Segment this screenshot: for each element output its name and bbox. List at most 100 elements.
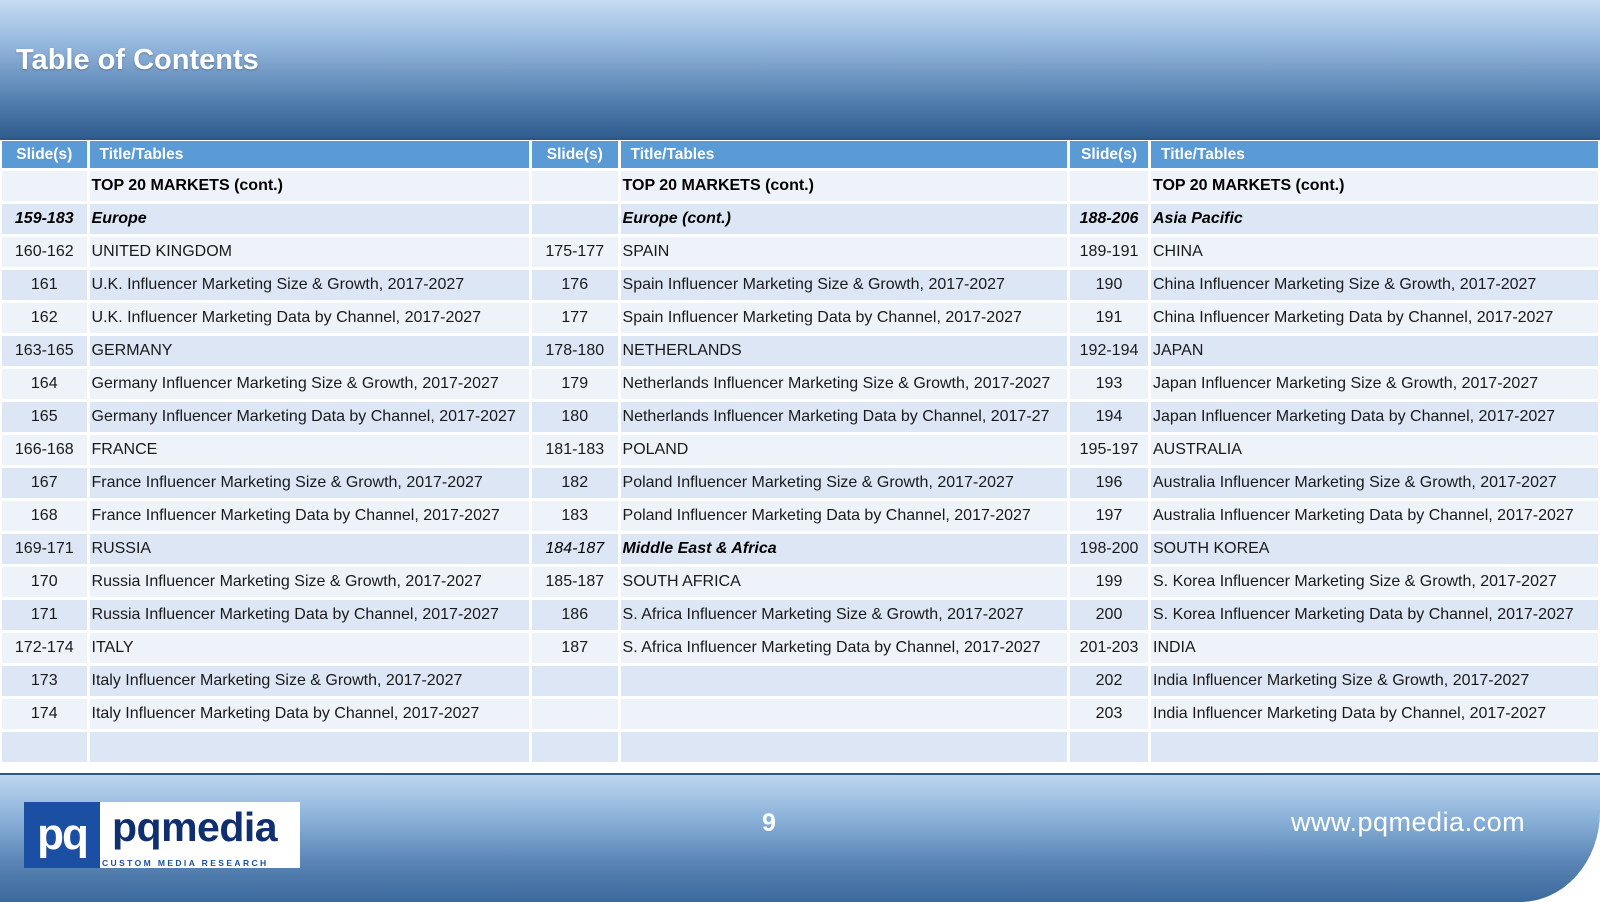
title-cell: SOUTH KOREA (1151, 534, 1598, 564)
table-row: TOP 20 MARKETS (cont.) (2, 171, 532, 204)
table-row: 193 Japan Influencer Marketing Size & Gro… (1070, 369, 1598, 402)
title-cell: S. Africa Influencer Marketing Size & Gr… (620, 600, 1067, 630)
table-row: 201-203 INDIA (1070, 633, 1598, 666)
slide-range-cell: 180 (532, 402, 618, 432)
slide-range-cell (1070, 732, 1148, 762)
slide-footer: pq pqmedia CUSTOM MEDIA RESEARCH 9 www.p… (0, 773, 1600, 902)
title-cell: TOP 20 MARKETS (cont.) (89, 171, 529, 201)
title-cell (1151, 732, 1598, 762)
slide-range-cell: 185-187 (532, 567, 618, 597)
table-row (2, 732, 532, 765)
table-header-row: Slide(s) Title/Tables (2, 141, 532, 171)
toc-column-3: Slide(s) Title/Tables TOP 20 MARKETS (co… (1070, 141, 1598, 765)
slide-range-cell: 197 (1070, 501, 1148, 531)
table-row: 191 China Influencer Marketing Data by Ch… (1070, 303, 1598, 336)
slide-range-cell: 173 (2, 666, 87, 696)
table-row: 184-187 Middle East & Africa (532, 534, 1070, 567)
table-row: 195-197 AUSTRALIA (1070, 435, 1598, 468)
slide-range-cell: 168 (2, 501, 87, 531)
table-row: 170 Russia Influencer Marketing Size & Gr… (2, 567, 532, 600)
slide-range-cell: 190 (1070, 270, 1148, 300)
slide-range-cell: 170 (2, 567, 87, 597)
slide-range-cell: 194 (1070, 402, 1148, 432)
table-row: 159-183 Europe (2, 204, 532, 237)
title-cell: Spain Influencer Marketing Data by Chann… (620, 303, 1067, 333)
title-cell: Japan Influencer Marketing Size & Growth… (1151, 369, 1598, 399)
slide-range-cell: 189-191 (1070, 237, 1148, 267)
table-row: 173 Italy Influencer Marketing Size & Gro… (2, 666, 532, 699)
table-row: 166-168 FRANCE (2, 435, 532, 468)
title-cell: Netherlands Influencer Marketing Size & … (620, 369, 1067, 399)
table-row: 185-187 SOUTH AFRICA (532, 567, 1070, 600)
slide-range-cell: 167 (2, 468, 87, 498)
table-row: 176 Spain Influencer Marketing Size & Gro… (532, 270, 1070, 303)
slide-range-cell (532, 699, 618, 729)
title-cell: Russia Influencer Marketing Size & Growt… (89, 567, 529, 597)
slide-range-cell: 179 (532, 369, 618, 399)
title-cell: Spain Influencer Marketing Size & Growth… (620, 270, 1067, 300)
title-cell: SPAIN (620, 237, 1067, 267)
table-row: 183 Poland Influencer Marketing Data by C… (532, 501, 1070, 534)
table-row: TOP 20 MARKETS (cont.) (1070, 171, 1598, 204)
table-row: 177 Spain Influencer Marketing Data by Ch… (532, 303, 1070, 336)
title-cell: India Influencer Marketing Size & Growth… (1151, 666, 1598, 696)
table-header-row: Slide(s) Title/Tables (532, 141, 1070, 171)
table-row: 172-174 ITALY (2, 633, 532, 666)
title-cell: India Influencer Marketing Data by Chann… (1151, 699, 1598, 729)
table-row (532, 666, 1070, 699)
slide-range-cell: 203 (1070, 699, 1148, 729)
slide-range-cell: 160-162 (2, 237, 87, 267)
toc-table: Slide(s) Title/Tables TOP 20 MARKETS (co… (0, 141, 1600, 773)
table-row (532, 732, 1070, 765)
table-row: 167 France Influencer Marketing Size & Gr… (2, 468, 532, 501)
table-row: 202 India Influencer Marketing Size & Gro… (1070, 666, 1598, 699)
slide-range-cell: 181-183 (532, 435, 618, 465)
titles-column-header: Title/Tables (89, 141, 529, 168)
table-row: 179 Netherlands Influencer Marketing Size… (532, 369, 1070, 402)
title-cell: Japan Influencer Marketing Data by Chann… (1151, 402, 1598, 432)
title-cell (89, 732, 529, 762)
title-cell: TOP 20 MARKETS (cont.) (620, 171, 1067, 201)
slide-range-cell: 174 (2, 699, 87, 729)
page-title: Table of Contents (16, 44, 259, 76)
table-row: 165 Germany Influencer Marketing Data by … (2, 402, 532, 435)
logo-name: pqmedia (112, 804, 278, 850)
title-cell: GERMANY (89, 336, 529, 366)
slide-range-cell: 175-177 (532, 237, 618, 267)
table-row (532, 699, 1070, 732)
website-link[interactable]: www.pqmedia.com (1291, 807, 1525, 838)
slide-range-cell: 176 (532, 270, 618, 300)
slide-range-cell: 183 (532, 501, 618, 531)
title-cell: Australia Influencer Marketing Size & Gr… (1151, 468, 1598, 498)
title-cell: U.K. Influencer Marketing Data by Channe… (89, 303, 529, 333)
table-row: 196 Australia Influencer Marketing Size &… (1070, 468, 1598, 501)
slide-range-cell (532, 204, 618, 234)
slide-range-cell: 161 (2, 270, 87, 300)
pqmedia-logo: pq pqmedia CUSTOM MEDIA RESEARCH (24, 802, 300, 868)
slides-column-header: Slide(s) (532, 141, 618, 168)
title-cell: INDIA (1151, 633, 1598, 663)
slide-range-cell: 195-197 (1070, 435, 1148, 465)
title-cell: Poland Influencer Marketing Data by Chan… (620, 501, 1067, 531)
toc-column-1: Slide(s) Title/Tables TOP 20 MARKETS (co… (2, 141, 532, 765)
titles-column-header: Title/Tables (620, 141, 1067, 168)
title-cell: Italy Influencer Marketing Data by Chann… (89, 699, 529, 729)
title-cell: CHINA (1151, 237, 1598, 267)
page-number: 9 (762, 809, 776, 837)
slide-range-cell: 188-206 (1070, 204, 1148, 234)
title-cell: Australia Influencer Marketing Data by C… (1151, 501, 1598, 531)
slide-range-cell (1070, 171, 1148, 201)
title-cell: Middle East & Africa (620, 534, 1067, 564)
table-row: 203 India Influencer Marketing Data by Ch… (1070, 699, 1598, 732)
titles-column-header: Title/Tables (1151, 141, 1598, 168)
table-row: 197 Australia Influencer Marketing Data b… (1070, 501, 1598, 534)
table-row: 174 Italy Influencer Marketing Data by Ch… (2, 699, 532, 732)
table-row: 187 S. Africa Influencer Marketing Data b… (532, 633, 1070, 666)
slide-range-cell: 186 (532, 600, 618, 630)
slide-range-cell: 198-200 (1070, 534, 1148, 564)
table-row: Europe (cont.) (532, 204, 1070, 237)
title-cell: China Influencer Marketing Size & Growth… (1151, 270, 1598, 300)
title-cell: UNITED KINGDOM (89, 237, 529, 267)
title-cell: Russia Influencer Marketing Data by Chan… (89, 600, 529, 630)
slide-range-cell: 191 (1070, 303, 1148, 333)
